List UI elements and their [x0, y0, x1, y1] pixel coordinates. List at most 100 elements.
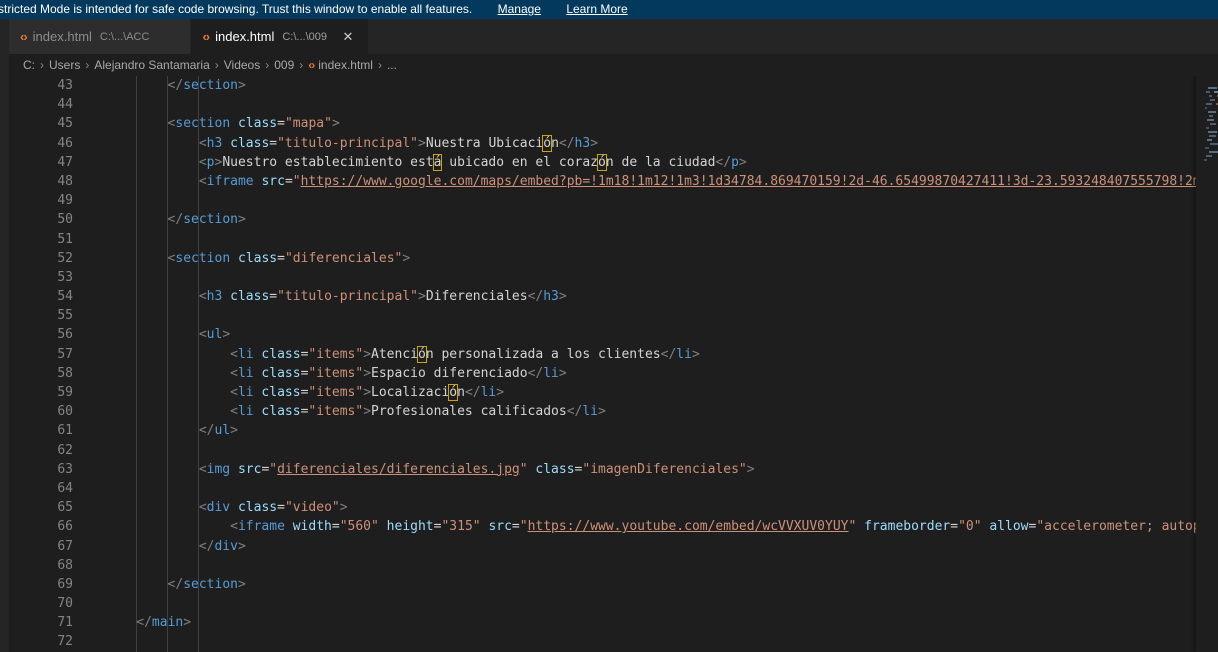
- code-line[interactable]: 55: [9, 306, 1218, 325]
- line-number: 63: [57, 461, 73, 477]
- line-content: <iframe src="https://www.google.com/maps…: [199, 172, 1209, 191]
- token-punct: >: [496, 385, 505, 400]
- token-punct: >: [558, 289, 567, 305]
- line-content: <li class="items">Profesionales califica…: [230, 402, 606, 421]
- close-icon[interactable]: ✕: [340, 29, 356, 45]
- code-line[interactable]: 64: [9, 479, 1218, 498]
- token-txt: Profesionales calificados: [371, 404, 567, 420]
- token-punct: >: [363, 404, 372, 420]
- minimap-block: [1209, 151, 1218, 153]
- token-txt: Nuestra Ubicaci: [425, 135, 544, 151]
- code-line[interactable]: 52 <section class="diferenciales">: [9, 249, 1218, 268]
- breadcrumb-item-0[interactable]: C:: [23, 54, 35, 76]
- token-punct: <: [198, 135, 207, 151]
- breadcrumb-item-6[interactable]: ...: [387, 54, 397, 76]
- line-number: 46: [57, 135, 73, 151]
- token-tag: li: [237, 346, 254, 362]
- token-tag: li: [237, 365, 254, 381]
- tab-label: index.html: [32, 29, 92, 44]
- token-punct: >: [331, 116, 340, 132]
- line-number: 60: [57, 404, 73, 420]
- code-line[interactable]: 66 <iframe width="560" height="315" src="…: [9, 517, 1218, 536]
- code-line[interactable]: 58 <li class="items">Espacio diferenciado…: [9, 364, 1218, 383]
- token-punct: </: [198, 538, 215, 554]
- code-line[interactable]: 45 <section class="mapa">: [9, 114, 1218, 133]
- token-tag: img: [206, 461, 231, 477]
- token-attr: class: [230, 135, 270, 151]
- code-line[interactable]: 69 </section>: [9, 575, 1218, 594]
- code-line[interactable]: 68: [9, 556, 1218, 575]
- code-editor[interactable]: 43 </section> 44 45 <section class="mapa"> 46…: [9, 76, 1218, 652]
- token-punct: <: [198, 154, 207, 170]
- code-line[interactable]: 62: [9, 441, 1218, 460]
- trust-banner-learn-more-link[interactable]: Learn More: [566, 2, 627, 16]
- editor-tab-1[interactable]: ‹› index.html C:\...\009 ✕: [191, 19, 369, 54]
- token-str: "video": [284, 500, 340, 516]
- editor-minimap[interactable]: [1196, 76, 1218, 652]
- breadcrumb-item-5[interactable]: index.html: [318, 54, 373, 76]
- code-line[interactable]: 56 <ul>: [9, 325, 1218, 344]
- token-link[interactable]: https://www.google.com/maps/embed?pb=!1m…: [301, 174, 1209, 189]
- line-content: <img src="diferenciales/diferenciales.jp…: [199, 460, 755, 479]
- line-number: 43: [57, 78, 73, 93]
- code-line[interactable]: 44: [9, 95, 1218, 114]
- code-line[interactable]: 49: [9, 191, 1218, 210]
- token-tag: h3: [206, 135, 223, 151]
- code-line[interactable]: 47 <p>Nuestro establecimiento está ubicad…: [9, 153, 1218, 172]
- line-number: 57: [57, 346, 73, 362]
- line-number: 64: [57, 480, 73, 496]
- code-line[interactable]: 48 <iframe src="https://www.google.com/ma…: [9, 172, 1218, 191]
- token-tag: iframe: [206, 173, 254, 189]
- breadcrumb-item-2[interactable]: Alejandro Santamaria: [94, 54, 209, 76]
- code-line[interactable]: 54 <h3 class="titulo-principal">Diferenci…: [9, 287, 1218, 306]
- token-txt: n personalizada a los clientes: [425, 346, 661, 362]
- line-number: 47: [57, 154, 73, 170]
- token-str: ": [519, 461, 528, 477]
- line-number: 65: [57, 500, 73, 516]
- code-line[interactable]: 61 </ul>: [9, 421, 1218, 440]
- breadcrumb-item-1[interactable]: Users: [49, 54, 80, 76]
- line-content: <div class="video">: [199, 498, 348, 517]
- token-punct: <: [198, 289, 207, 305]
- code-line[interactable]: 71 </main>: [9, 613, 1218, 632]
- code-line[interactable]: 65 <div class="video">: [9, 498, 1218, 517]
- code-line[interactable]: 67 </div>: [9, 537, 1218, 556]
- editor-tab-0[interactable]: ‹›index.htmlC:\...\ACC×: [9, 19, 192, 54]
- token-tag: h3: [574, 135, 591, 151]
- line-number: 51: [57, 231, 73, 247]
- code-line[interactable]: 57 <li class="items">Atención personaliza…: [9, 345, 1218, 364]
- token-link[interactable]: diferenciales/diferenciales.jpg: [277, 462, 520, 477]
- token-attr: frameborder: [864, 519, 951, 535]
- code-line[interactable]: 46 <h3 class="titulo-principal">Nuestra U…: [9, 134, 1218, 153]
- token-eq: =: [511, 519, 520, 535]
- trust-banner-manage-link[interactable]: Manage: [498, 2, 541, 16]
- breadcrumb-item-3[interactable]: Videos: [224, 54, 260, 76]
- code-line[interactable]: 53: [9, 268, 1218, 287]
- token-tag: main: [151, 615, 184, 631]
- breadcrumb-separator: ›: [299, 58, 304, 72]
- code-line[interactable]: 60 <li class="items">Profesionales califi…: [9, 402, 1218, 421]
- code-line[interactable]: 51: [9, 230, 1218, 249]
- token-unusual: ó: [542, 134, 553, 152]
- code-lines-container[interactable]: 43 </section> 44 45 <section class="mapa"> 46…: [9, 76, 1218, 652]
- line-number: 53: [57, 269, 73, 285]
- token-link[interactable]: https://www.youtube.com/embed/wcVVXUV0YU…: [528, 519, 849, 534]
- token-punct: >: [738, 154, 747, 170]
- code-line[interactable]: 43 </section>: [9, 76, 1218, 95]
- breadcrumb-item-4[interactable]: 009: [274, 54, 294, 76]
- line-number: 48: [57, 173, 73, 189]
- token-tag: h3: [206, 289, 223, 305]
- code-line[interactable]: 70: [9, 594, 1218, 613]
- code-line[interactable]: 63 <img src="diferenciales/diferenciales.…: [9, 460, 1218, 479]
- code-line[interactable]: 72: [9, 632, 1218, 651]
- code-line[interactable]: 50 </section>: [9, 210, 1218, 229]
- token-str: "items": [308, 346, 364, 362]
- token-tag: li: [543, 365, 559, 381]
- code-line[interactable]: 59 <li class="items">Localización</li>: [9, 383, 1218, 402]
- token-punct: </: [167, 576, 184, 592]
- token-attr: class: [261, 346, 301, 362]
